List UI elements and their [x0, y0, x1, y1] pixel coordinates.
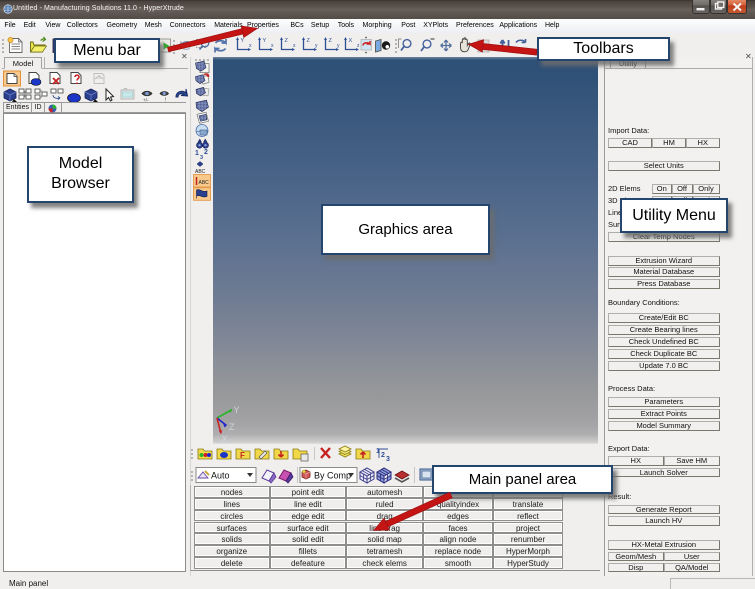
svg-text:3: 3	[200, 155, 203, 161]
svg-text:Y: Y	[241, 38, 245, 44]
svg-text:x: x	[249, 43, 252, 49]
svg-text:Y: Y	[263, 38, 267, 44]
svg-text:By Comp: By Comp	[314, 471, 351, 481]
svg-text:Z: Z	[229, 422, 235, 432]
svg-text:1: 1	[195, 150, 199, 157]
svg-text:x: x	[271, 43, 274, 49]
svg-text:Z: Z	[329, 38, 333, 44]
svg-text:Z: Z	[307, 38, 311, 44]
svg-text:3: 3	[386, 456, 390, 463]
svg-text:Z: Z	[285, 38, 289, 44]
svg-text:z: z	[357, 43, 360, 49]
svg-text:y: y	[337, 43, 340, 49]
svg-text:F: F	[240, 451, 245, 460]
svg-text:2: 2	[204, 149, 208, 156]
svg-text:X: X	[222, 434, 228, 444]
svg-text:2: 2	[381, 452, 385, 459]
svg-text:ABC: ABC	[199, 180, 210, 186]
svg-text:y: y	[315, 43, 318, 49]
svg-text:Y: Y	[234, 405, 240, 415]
svg-text:Auto: Auto	[211, 471, 230, 481]
svg-text:X: X	[349, 38, 353, 44]
svg-text:x: x	[293, 43, 296, 49]
